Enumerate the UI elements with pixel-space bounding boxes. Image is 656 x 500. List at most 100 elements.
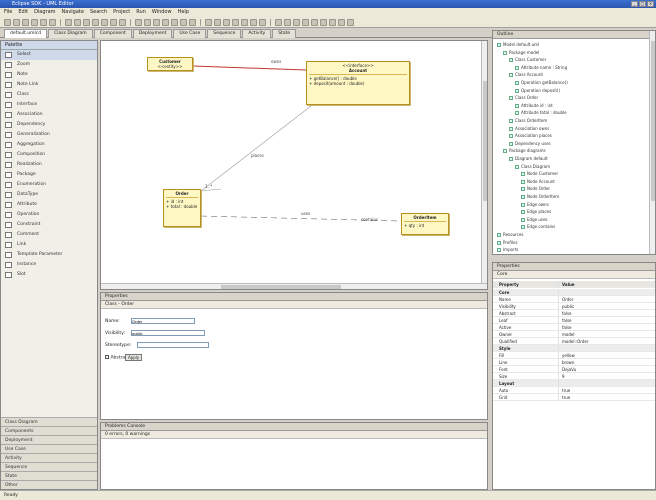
property-row[interactable]: Size 9 — [493, 373, 655, 380]
property-value[interactable]: model — [559, 331, 574, 337]
apply-button[interactable]: Apply — [125, 354, 143, 361]
toolbar-button-icon[interactable] — [49, 19, 56, 26]
palette-drawer[interactable]: Use Case — [1, 444, 97, 453]
outline-tree-item[interactable]: Dependency uses — [509, 141, 551, 146]
property-row[interactable]: Grid true — [493, 394, 655, 401]
property-row[interactable]: Owner model — [493, 331, 655, 338]
outline-tree-item[interactable]: Node Customer — [521, 171, 558, 177]
toolbar-button-icon[interactable] — [205, 19, 212, 26]
toolbar-button-icon[interactable] — [189, 19, 196, 26]
property-sheet-tab[interactable]: Core — [493, 271, 655, 279]
toolbar-button-icon[interactable] — [232, 19, 239, 26]
outline-tree-item[interactable]: Class Order — [509, 95, 538, 101]
editor-tab[interactable]: Activity — [242, 29, 272, 38]
palette-item[interactable]: Link — [1, 240, 97, 250]
property-value[interactable]: yellow — [559, 352, 575, 358]
outline-tree-item[interactable]: Operation getBalance() — [515, 80, 568, 85]
property-row[interactable]: Qualified model::Order — [493, 338, 655, 345]
property-value[interactable]: 9 — [559, 373, 565, 379]
toolbar-button-icon[interactable] — [13, 19, 20, 26]
toolbar-button-icon[interactable] — [119, 19, 126, 26]
outline-tree-item[interactable]: Edge uses — [521, 217, 548, 222]
palette-item[interactable]: Attribute — [1, 200, 97, 210]
menu-item-window[interactable]: Window — [152, 8, 172, 17]
outline-tree-item[interactable]: Package model — [503, 50, 539, 55]
outline-tree-item[interactable]: Node OrderItem — [521, 194, 559, 199]
outline-tree-item[interactable]: Package diagrams — [503, 148, 546, 154]
property-value[interactable]: public — [559, 303, 574, 309]
editor-tab[interactable]: Sequence — [207, 29, 242, 38]
outline-tree-item[interactable]: Attribute name : String — [515, 65, 567, 70]
palette-drawer[interactable]: Class Diagram — [1, 417, 97, 426]
menu-item-search[interactable]: Search — [90, 8, 107, 17]
palette-item[interactable]: Interface — [1, 100, 97, 110]
toolbar-button-icon[interactable] — [338, 19, 345, 26]
palette-item[interactable]: Note Link — [1, 80, 97, 90]
outline-tree-item[interactable]: Association owns — [509, 126, 549, 131]
outline-tree-item[interactable]: Association places — [509, 133, 552, 139]
outline-tree-item[interactable]: Class Customer — [509, 57, 546, 63]
property-row[interactable]: Abstract false — [493, 310, 655, 317]
palette-item[interactable]: Generalization — [1, 130, 97, 140]
property-row[interactable]: Line brown — [493, 359, 655, 366]
toolbar-button-icon[interactable] — [250, 19, 257, 26]
toolbar-button-icon[interactable] — [223, 19, 230, 26]
palette-drawer[interactable]: Sequence — [1, 462, 97, 471]
palette-item[interactable]: DataType — [1, 190, 97, 200]
palette-item[interactable]: Slot — [1, 270, 97, 280]
outline-scrollbar[interactable] — [649, 31, 655, 254]
toolbar-button-icon[interactable] — [171, 19, 178, 26]
toolbar-button-icon[interactable] — [311, 19, 318, 26]
outline-tree-item[interactable]: Imports — [497, 247, 518, 253]
editor-tab[interactable]: default.umlcd — [4, 29, 48, 38]
property-row[interactable]: Name Order — [493, 296, 655, 303]
outline-tree-item[interactable]: Operation deposit() — [515, 88, 560, 93]
toolbar-button-icon[interactable] — [320, 19, 327, 26]
palette-item[interactable]: Enumeration — [1, 180, 97, 190]
outline-tree-item[interactable]: Node Order — [521, 186, 550, 192]
class-node-account[interactable]: <<interface>> Account + getBalance() : d… — [306, 61, 410, 105]
outline-tree-item[interactable]: Profiles — [497, 240, 518, 245]
toolbar-button-icon[interactable] — [275, 19, 282, 26]
menu-item-project[interactable]: Project — [113, 8, 130, 17]
outline-tree-item[interactable]: Resources — [497, 232, 523, 237]
menu-item-file[interactable]: File — [4, 8, 12, 17]
property-value[interactable]: model::Order — [559, 338, 589, 344]
property-value[interactable]: true — [559, 387, 570, 393]
outline-tree-item[interactable]: Attribute id : int — [515, 103, 553, 108]
visibility-field[interactable] — [131, 330, 205, 336]
palette-item[interactable]: Instance — [1, 260, 97, 270]
palette-item[interactable]: Template Parameter — [1, 250, 97, 260]
property-value[interactable]: brown — [559, 359, 574, 365]
property-row[interactable]: Fill yellow — [493, 352, 655, 359]
palette-drawer[interactable]: Components — [1, 426, 97, 435]
toolbar-button-icon[interactable] — [241, 19, 248, 26]
toolbar-button-icon[interactable] — [144, 19, 151, 26]
property-value[interactable]: true — [559, 394, 570, 400]
outline-tree-item[interactable]: Class OrderItem — [509, 118, 547, 123]
palette-item[interactable]: Note — [1, 70, 97, 80]
toolbar-button-icon[interactable] — [162, 19, 169, 26]
editor-tab[interactable]: Component — [93, 29, 132, 38]
class-node-orderitem[interactable]: OrderItem + qty : int — [401, 213, 449, 235]
outline-tree-item[interactable]: Edge contains — [521, 224, 555, 230]
palette-item[interactable]: Comment — [1, 230, 97, 240]
toolbar-button-icon[interactable] — [329, 19, 336, 26]
property-row[interactable]: Auto true — [493, 387, 655, 394]
palette-item[interactable]: Package — [1, 170, 97, 180]
menu-item-diagram[interactable]: Diagram — [34, 8, 55, 17]
palette-item[interactable]: Operation — [1, 210, 97, 220]
outline-tree-item[interactable]: Edge places — [521, 209, 551, 215]
toolbar-button-icon[interactable] — [40, 19, 47, 26]
editor-tab[interactable]: Use Case — [173, 29, 207, 38]
palette-item[interactable]: Association — [1, 110, 97, 120]
outline-tree-item[interactable]: Diagram default — [509, 156, 548, 161]
menu-item-help[interactable]: Help — [178, 8, 189, 17]
toolbar-button-icon[interactable] — [214, 19, 221, 26]
outline-tree-item[interactable]: Node Account — [521, 179, 555, 184]
outline-tree-item[interactable]: Class Diagram — [515, 164, 550, 169]
toolbar-button-icon[interactable] — [83, 19, 90, 26]
toolbar-button-icon[interactable] — [259, 19, 266, 26]
toolbar-button-icon[interactable] — [284, 19, 291, 26]
toolbar-button-icon[interactable] — [65, 19, 72, 26]
